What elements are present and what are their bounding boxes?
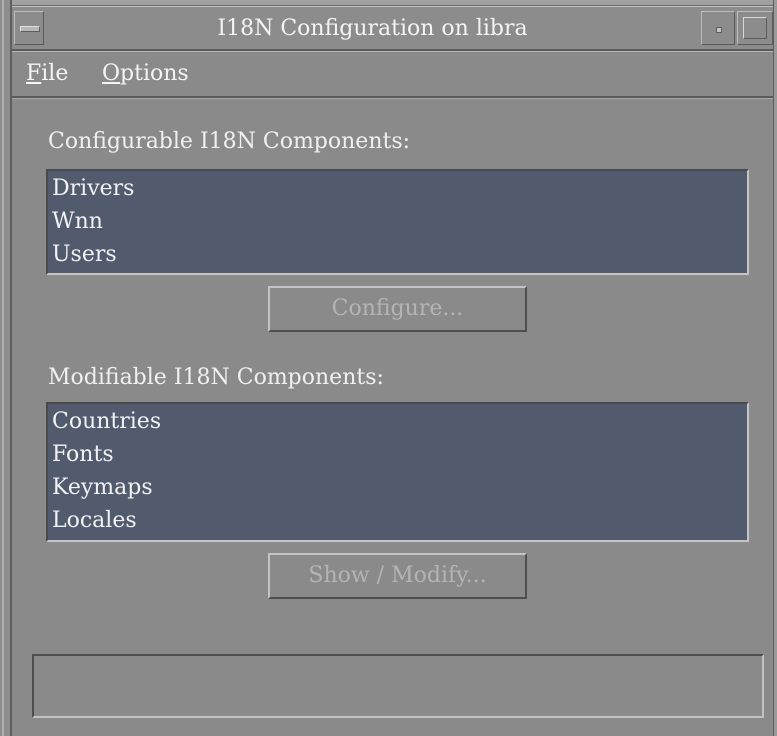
configure-button[interactable]: Configure... — [268, 286, 527, 332]
list-item[interactable]: Wnn — [48, 206, 747, 239]
status-area — [32, 654, 764, 718]
modifiable-components-list[interactable]: Countries Fonts Keymaps Locales — [46, 402, 749, 542]
list-item[interactable]: Countries — [48, 406, 747, 439]
minimize-button[interactable] — [701, 11, 735, 45]
window-frame-left[interactable] — [0, 0, 12, 736]
configurable-components-list[interactable]: Drivers Wnn Users — [46, 169, 749, 275]
configurable-components-label: Configurable I18N Components: — [48, 129, 411, 154]
menu-options-mnemonic: O — [102, 61, 121, 86]
window-frame-right[interactable] — [773, 0, 777, 736]
title-bar[interactable]: I18N Configuration on libra — [12, 6, 773, 51]
show-modify-button[interactable]: Show / Modify... — [268, 553, 527, 599]
list-item[interactable]: Users — [48, 239, 747, 272]
maximize-icon — [743, 17, 767, 39]
app-window: I18N Configuration on libra File Options… — [0, 0, 777, 736]
menu-file-label-rest: ile — [41, 61, 69, 86]
list-item[interactable]: Keymaps — [48, 472, 747, 505]
menu-file[interactable]: File — [26, 52, 68, 96]
window-menu-button[interactable] — [14, 11, 44, 45]
list-item[interactable]: Locales — [48, 505, 747, 538]
minimize-icon — [716, 27, 722, 33]
menu-options-label-rest: ptions — [120, 61, 189, 86]
maximize-button[interactable] — [737, 11, 773, 45]
menu-file-mnemonic: F — [26, 61, 42, 86]
modifiable-components-label: Modifiable I18N Components: — [48, 365, 384, 390]
window-title: I18N Configuration on libra — [217, 16, 528, 41]
window-menu-icon — [20, 26, 40, 32]
list-item[interactable]: Fonts — [48, 439, 747, 472]
main-panel: Configurable I18N Components: Drivers Wn… — [12, 98, 773, 736]
menu-bar: File Options — [12, 51, 773, 98]
menu-options[interactable]: Options — [102, 52, 189, 96]
list-item[interactable]: Drivers — [48, 173, 747, 206]
